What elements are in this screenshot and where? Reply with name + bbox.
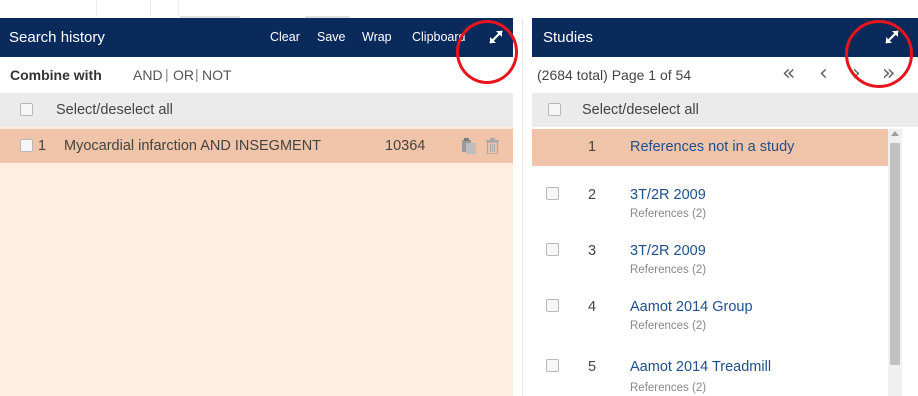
history-row[interactable]: 1 Myocardial infarction AND INSEGMENT 10… bbox=[0, 129, 513, 163]
panel-title: Search history bbox=[9, 29, 105, 46]
select-all-row: Select/deselect all bbox=[532, 93, 918, 127]
row-checkbox[interactable] bbox=[546, 243, 559, 256]
study-references: References (2) bbox=[630, 320, 707, 332]
copy-icon[interactable] bbox=[462, 138, 476, 154]
history-number: 1 bbox=[38, 138, 47, 154]
study-number: 3 bbox=[588, 243, 597, 259]
study-name[interactable]: 3T/2R 2009 bbox=[630, 243, 706, 259]
wrap-button[interactable]: Wrap bbox=[362, 30, 392, 44]
combine-and[interactable]: AND bbox=[133, 67, 163, 83]
combine-not[interactable]: NOT bbox=[202, 67, 232, 83]
combine-separator: | bbox=[195, 66, 199, 82]
combine-with-label: Combine with bbox=[10, 67, 102, 83]
select-all-label: Select/deselect all bbox=[56, 102, 173, 118]
select-all-row: Select/deselect all bbox=[0, 93, 513, 127]
study-references: References (2) bbox=[630, 264, 707, 276]
study-name[interactable]: Aamot 2014 Treadmill bbox=[630, 359, 771, 375]
study-references: References (2) bbox=[630, 382, 707, 394]
pager-summary: (2684 total) Page 1 of 54 bbox=[537, 67, 692, 83]
study-name[interactable]: 3T/2R 2009 bbox=[630, 187, 706, 203]
row-checkbox[interactable] bbox=[546, 359, 559, 372]
history-query[interactable]: Myocardial infarction AND INSEGMENT bbox=[64, 138, 321, 154]
study-row[interactable]: 1 References not in a study bbox=[532, 129, 888, 166]
study-name[interactable]: References not in a study bbox=[630, 139, 794, 155]
search-history-header: Search history Clear Save Wrap Clipboard bbox=[0, 18, 513, 57]
panel-title: Studies bbox=[543, 29, 594, 46]
prev-page-button[interactable]: ‹ bbox=[819, 61, 828, 86]
scroll-thumb[interactable] bbox=[890, 143, 900, 365]
trash-icon[interactable] bbox=[486, 138, 499, 154]
tab-separator bbox=[150, 0, 151, 16]
row-checkbox[interactable] bbox=[546, 299, 559, 312]
studies-list: 1 References not in a study 2 3T/2R 2009… bbox=[532, 129, 918, 396]
scrollbar[interactable] bbox=[888, 129, 902, 396]
combine-or[interactable]: OR bbox=[173, 67, 194, 83]
row-checkbox[interactable] bbox=[20, 139, 33, 152]
annotation-circle bbox=[845, 20, 913, 88]
study-number: 4 bbox=[588, 299, 597, 315]
study-name[interactable]: Aamot 2014 Group bbox=[630, 299, 753, 315]
annotation-circle bbox=[456, 20, 518, 84]
first-page-button[interactable]: « bbox=[782, 61, 795, 86]
scroll-up-arrow[interactable] bbox=[891, 131, 899, 136]
row-checkbox[interactable] bbox=[546, 187, 559, 200]
study-references: References (2) bbox=[630, 208, 707, 220]
study-number: 5 bbox=[588, 359, 597, 375]
tab-separator bbox=[96, 0, 97, 16]
study-number: 2 bbox=[588, 187, 597, 203]
panel-divider bbox=[522, 18, 523, 396]
save-button[interactable]: Save bbox=[317, 30, 346, 44]
search-history-panel: Search history Clear Save Wrap Clipboard… bbox=[0, 18, 513, 396]
combine-with-row: Combine with AND | OR | NOT bbox=[0, 57, 513, 93]
clear-button[interactable]: Clear bbox=[270, 30, 300, 44]
tab-separator bbox=[178, 0, 179, 16]
panel-splitter[interactable] bbox=[513, 18, 532, 396]
select-all-checkbox[interactable] bbox=[20, 103, 33, 116]
study-number: 1 bbox=[588, 139, 597, 155]
top-tab-strip bbox=[0, 0, 918, 18]
select-all-label: Select/deselect all bbox=[582, 102, 699, 118]
select-all-checkbox[interactable] bbox=[548, 103, 561, 116]
history-count: 10364 bbox=[385, 138, 426, 154]
combine-separator: | bbox=[165, 66, 169, 82]
